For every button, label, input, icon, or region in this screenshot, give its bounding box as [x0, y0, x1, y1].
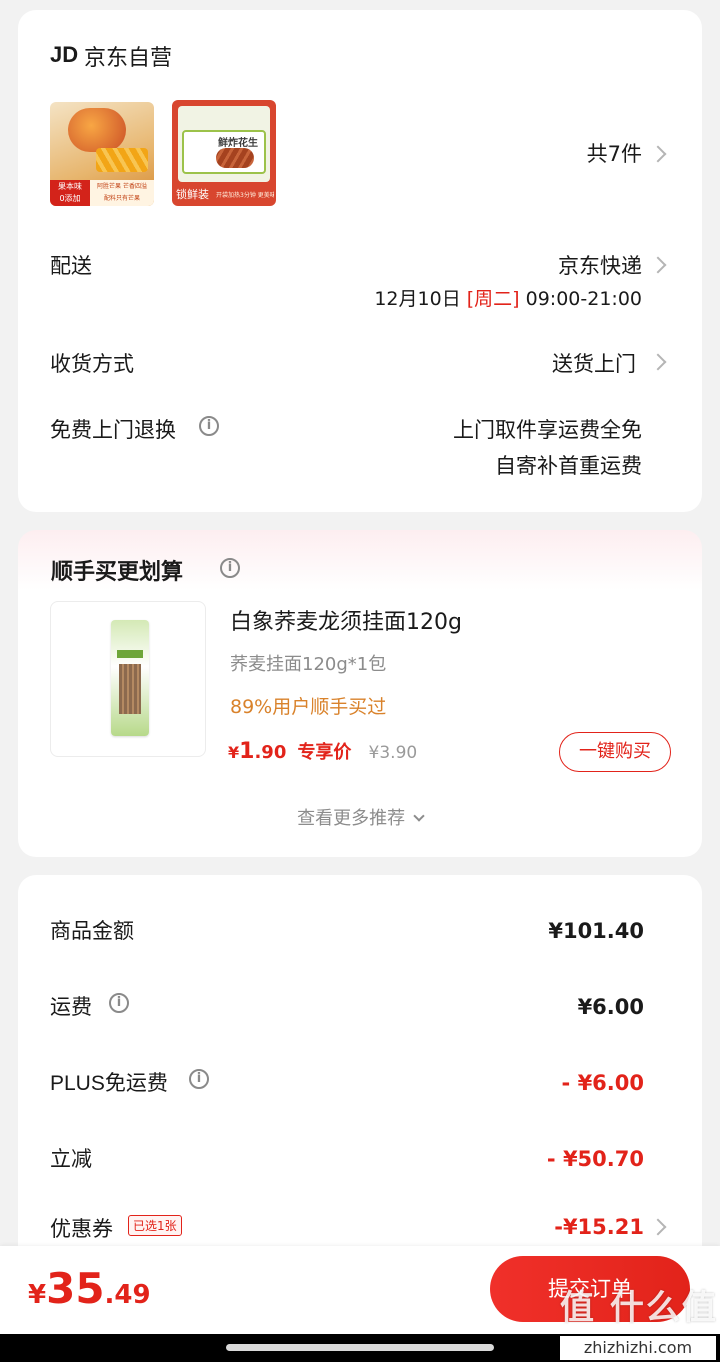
order-info-card: JD 京东自营 果本味 0添加 阿胜芒果 芒香四溢 配料只有芒果 鲜炸花生 锁鲜… — [18, 10, 702, 512]
thumb-badge: 果本味 0添加 — [50, 180, 90, 206]
item-count[interactable]: 共7件 — [587, 138, 642, 168]
one-click-buy-button[interactable]: 一键购买 — [559, 732, 671, 772]
system-nav-bar: zhizhizhi.com — [0, 1334, 720, 1362]
chevron-down-icon — [413, 810, 425, 822]
coupon-label[interactable]: 优惠券 — [50, 1213, 113, 1243]
receive-method-label: 收货方式 — [50, 352, 134, 376]
price-decimal: .90 — [254, 742, 287, 763]
price-tag: 专享价 — [297, 742, 352, 763]
delivery-time[interactable]: 12月10日 [周二] 09:00-21:00 — [374, 284, 642, 311]
shop-name: 京东自营 — [84, 46, 173, 71]
view-more-label: 查看更多推荐 — [297, 808, 406, 829]
recommend-title: 顺手买更划算 — [51, 560, 184, 585]
thumb-caption: 阿胜芒果 芒香四溢 配料只有芒果 — [90, 180, 154, 206]
total-symbol: ¥ — [28, 1280, 47, 1310]
chevron-right-icon[interactable] — [649, 1218, 667, 1236]
info-icon[interactable]: i — [199, 416, 219, 436]
jd-logo: JD — [50, 42, 79, 67]
home-indicator[interactable] — [226, 1344, 494, 1351]
shipping-label: 运费 — [50, 995, 92, 1019]
price-symbol: ¥ — [228, 743, 240, 762]
goods-amount-value: ¥101.40 — [548, 919, 644, 943]
total-decimal: .49 — [104, 1280, 151, 1310]
coupon-badge: 已选1张 — [128, 1215, 182, 1236]
delivery-window: 09:00-21:00 — [525, 288, 642, 310]
chevron-right-icon[interactable] — [649, 145, 667, 163]
instant-discount-value: - ¥50.70 — [546, 1147, 644, 1171]
plus-free-shipping-label: PLUS免运费 — [50, 1072, 168, 1095]
recommend-price: ¥1.90 专享价 ¥3.90 — [228, 738, 417, 764]
mango-image — [68, 108, 126, 152]
recommend-card: 顺手买更划算 i 白象荞麦龙须挂面120g 荞麦挂面120g*1包 89%用户顺… — [18, 530, 702, 857]
total-integer: 35 — [46, 1264, 105, 1313]
recommend-product-image[interactable] — [50, 601, 206, 757]
price-summary-card: 商品金额 ¥101.40 运费 i ¥6.00 PLUS免运费 i - ¥6.0… — [18, 875, 702, 1275]
free-return-line2: 自寄补首重运费 — [495, 454, 642, 478]
original-price: ¥3.90 — [368, 743, 418, 763]
price-integer: 1 — [239, 739, 255, 764]
chevron-right-icon[interactable] — [649, 256, 667, 274]
free-return-line1: 上门取件享运费全免 — [453, 418, 642, 442]
info-icon[interactable]: i — [220, 558, 240, 578]
thumb-peanut-caption: 开袋加热3分钟 更美味 — [216, 192, 274, 199]
watermark-url: zhizhizhi.com — [560, 1336, 716, 1360]
product-thumb-mango[interactable]: 果本味 0添加 阿胜芒果 芒香四溢 配料只有芒果 — [50, 102, 154, 206]
info-icon[interactable]: i — [109, 993, 129, 1013]
free-return-label: 免费上门退换 — [50, 418, 176, 442]
plus-free-shipping-value: - ¥6.00 — [561, 1071, 644, 1095]
info-icon[interactable]: i — [189, 1069, 209, 1089]
delivery-weekday: [周二] — [466, 288, 520, 310]
view-more-recommend[interactable]: 查看更多推荐 — [18, 804, 702, 830]
product-thumb-peanut[interactable]: 鲜炸花生 锁鲜装 开袋加热3分钟 更美味 — [172, 100, 276, 206]
delivery-date: 12月10日 — [374, 288, 461, 310]
thumb-brand-tag: 锁鲜装 — [176, 188, 209, 201]
shipping-value: ¥6.00 — [577, 995, 644, 1019]
receive-method-value[interactable]: 送货上门 — [552, 348, 636, 378]
order-total: ¥35.49 — [28, 1264, 151, 1313]
delivery-carrier[interactable]: 京东快递 — [558, 250, 642, 280]
delivery-label: 配送 — [50, 254, 92, 278]
recommend-product-name[interactable]: 白象荞麦龙须挂面120g — [230, 604, 462, 636]
coupon-value[interactable]: -¥15.21 — [554, 1215, 644, 1239]
recommend-social-proof: 89%用户顺手买过 — [230, 696, 387, 718]
chevron-right-icon[interactable] — [649, 353, 667, 371]
recommend-product-spec: 荞麦挂面120g*1包 — [230, 654, 387, 675]
peanut-package-image: 鲜炸花生 — [178, 106, 270, 182]
goods-amount-label: 商品金额 — [50, 919, 134, 943]
mango-slices-image — [96, 148, 148, 172]
instant-discount-label: 立减 — [50, 1147, 92, 1171]
